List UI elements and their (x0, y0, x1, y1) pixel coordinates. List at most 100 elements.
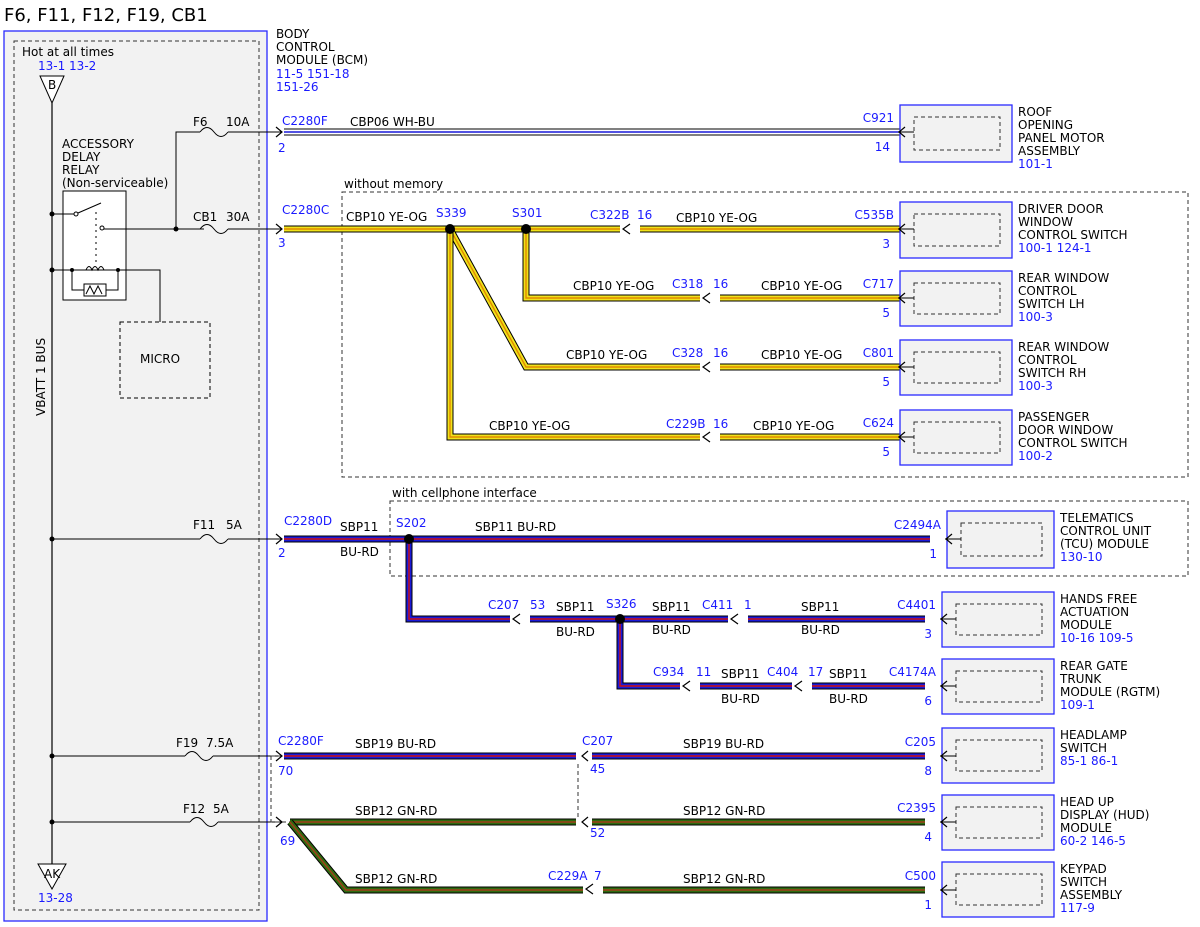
component-pass-name-line: PASSENGER (1018, 410, 1090, 424)
wire-sbp11-label: SBP11 (829, 667, 867, 681)
component-hfa-name-line: HANDS FREE (1060, 592, 1137, 606)
component-driver-pin: 3 (882, 237, 890, 251)
component-pass-connector[interactable]: C624 (863, 416, 894, 430)
relay-contact (99, 225, 105, 231)
component-rear_rh-box (899, 339, 1013, 396)
splice-s301-label[interactable]: S301 (512, 206, 543, 220)
wire-cbp10-passenger[interactable] (446, 229, 900, 441)
wire-sbp12-label: SBP12 GN-RD (355, 804, 437, 818)
component-driver-connector[interactable]: C535B (854, 208, 894, 222)
inline-c207-b[interactable]: C207 (582, 734, 613, 748)
bcm-connector-c2280f-top[interactable]: C2280F (282, 114, 328, 128)
component-keypad-box (941, 861, 1055, 918)
component-rear_lh-connector[interactable]: C717 (863, 277, 894, 291)
component-driver-ref[interactable]: 100-1 124-1 (1018, 241, 1092, 255)
component-hud-name-line: HEAD UP (1060, 795, 1114, 809)
c207-gap (576, 751, 592, 761)
splice-s339[interactable] (445, 224, 455, 234)
inline-c318-pin: 16 (713, 277, 728, 291)
top-refs[interactable]: 13-1 13-2 (38, 59, 96, 73)
component-rgtm-ref[interactable]: 109-1 (1060, 698, 1095, 712)
component-rear_rh-name-line: CONTROL (1018, 353, 1077, 367)
component-rear_rh-connector[interactable]: C801 (863, 346, 894, 360)
component-keypad-ref[interactable]: 117-9 (1060, 901, 1095, 915)
splice-s202[interactable] (404, 534, 414, 544)
component-hud-name-line: MODULE (1060, 821, 1112, 835)
component-rear_rh-ref[interactable]: 100-3 (1018, 379, 1053, 393)
component-tcu-ref[interactable]: 130-10 (1060, 550, 1103, 564)
component-rear_lh[interactable]: C717 5 REAR WINDOWCONTROLSWITCH LH100-3 (863, 270, 1110, 327)
component-hud-ref[interactable]: 60-2 146-5 (1060, 834, 1126, 848)
splice-s339-label[interactable]: S339 (436, 206, 467, 220)
inline-c229b[interactable]: C229B (666, 417, 706, 431)
component-tcu-connector[interactable]: C2494A (894, 518, 942, 532)
wire-bu-rd-label: BU-RD (801, 623, 840, 637)
component-rear_lh-ref[interactable]: 100-3 (1018, 310, 1053, 324)
component-headlamp[interactable]: C205 8 HEADLAMPSWITCH85-1 86-1 (905, 727, 1127, 784)
component-roof[interactable]: C921 14 ROOFOPENINGPANEL MOTORASSEMBLY101-… (863, 104, 1105, 171)
inline-c318[interactable]: C318 (672, 277, 703, 291)
splice-s326[interactable] (615, 614, 625, 624)
component-hfa-box (941, 591, 1055, 648)
inline-c404[interactable]: C404 (767, 665, 798, 679)
splice-s326-label[interactable]: S326 (606, 597, 637, 611)
component-hfa-connector[interactable]: C4401 (897, 598, 936, 612)
component-keypad[interactable]: C500 1 KEYPADSWITCHASSEMBLY117-9 (905, 861, 1123, 918)
component-headlamp-ref[interactable]: 85-1 86-1 (1060, 754, 1118, 768)
component-hfa[interactable]: C4401 3 HANDS FREEACTUATIONMODULE10-16 109… (897, 591, 1137, 648)
component-keypad-name-line: KEYPAD (1060, 862, 1107, 876)
component-rear_rh-name-line: SWITCH RH (1018, 366, 1086, 380)
without-memory-label: without memory (344, 177, 443, 191)
component-hfa-ref[interactable]: 10-16 109-5 (1060, 631, 1134, 645)
inline-c229a[interactable]: C229A (548, 869, 588, 883)
wire-cbp10-label: CBP10 YE-OG (346, 210, 427, 224)
bottom-ref[interactable]: 13-28 (38, 891, 73, 905)
inline-c207-a[interactable]: C207 (488, 598, 519, 612)
component-pass-ref[interactable]: 100-2 (1018, 449, 1053, 463)
component-hud[interactable]: C2395 4 HEAD UPDISPLAY (HUD)MODULE60-2 146… (897, 794, 1149, 851)
inline-c934-pin: 11 (696, 665, 711, 679)
micro-label: MICRO (140, 352, 180, 366)
fuse-f19-name: F19 (176, 736, 198, 750)
inline-c328[interactable]: C328 (672, 346, 703, 360)
component-keypad-connector[interactable]: C500 (905, 869, 936, 883)
wire-bu-rd-label: BU-RD (652, 623, 691, 637)
component-driver-name-line: WINDOW (1018, 215, 1073, 229)
bcm-ref-1[interactable]: 11-5 151-18 (276, 67, 350, 81)
relay-resistor-icon (83, 283, 107, 297)
splice-s301[interactable] (521, 224, 531, 234)
wiring-diagram: F6, F11, F12, F19, CB1 BODY CONTROL MODU… (3, 5, 1189, 922)
inline-c322b[interactable]: C322B (590, 208, 630, 222)
component-roof-ref[interactable]: 101-1 (1018, 157, 1053, 171)
bcm-connector-c2280d[interactable]: C2280D (284, 514, 332, 528)
component-roof-box (899, 104, 1013, 163)
inline-c934[interactable]: C934 (653, 665, 684, 679)
component-rgtm-connector[interactable]: C4174A (889, 665, 937, 679)
component-headlamp-name-line: SWITCH (1060, 741, 1107, 755)
inline-c411[interactable]: C411 (702, 598, 733, 612)
component-hfa-pin: 3 (924, 627, 932, 641)
component-hud-connector[interactable]: C2395 (897, 801, 936, 815)
component-rear_rh[interactable]: C801 5 REAR WINDOWCONTROLSWITCH RH100-3 (863, 339, 1110, 396)
component-roof-connector[interactable]: C921 (863, 111, 894, 125)
component-headlamp-box (941, 727, 1055, 784)
component-rear_lh-box (899, 270, 1013, 327)
cb1-rating: 30A (226, 210, 250, 224)
component-hud-name-line: DISPLAY (HUD) (1060, 808, 1149, 822)
wire-cbp10-label: CBP10 YE-OG (753, 419, 834, 433)
relay-contact (73, 211, 79, 217)
component-pass[interactable]: C624 5 PASSENGERDOOR WINDOWCONTROL SWITCH1… (863, 409, 1128, 466)
component-tcu[interactable]: C2494A 1 TELEMATICSCONTROL UNIT(TCU) MODUL… (894, 510, 1152, 569)
bcm-ref-2[interactable]: 151-26 (276, 80, 319, 94)
component-keypad-name-line: SWITCH (1060, 875, 1107, 889)
splice-s202-label[interactable]: S202 (396, 516, 427, 530)
component-rgtm[interactable]: C4174A 6 REAR GATETRUNKMODULE (RGTM)109-1 (889, 658, 1160, 715)
bcm-connector-c2280c[interactable]: C2280C (282, 203, 329, 217)
component-pass-box (899, 409, 1013, 466)
wire-sbp19-label: SBP19 BU-RD (355, 737, 436, 751)
bcm-pin-2-top: 2 (278, 141, 286, 155)
bcm-label-2: CONTROL (276, 40, 335, 54)
component-headlamp-connector[interactable]: C205 (905, 735, 936, 749)
bcm-connector-c2280f-bottom[interactable]: C2280F (278, 734, 324, 748)
inline-c207-b-pin-45: 45 (590, 762, 605, 776)
